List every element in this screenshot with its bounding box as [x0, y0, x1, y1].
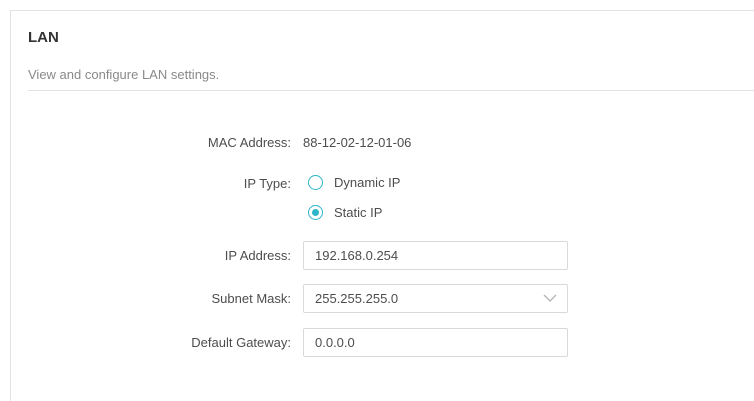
- lan-settings-panel: LAN View and configure LAN settings. MAC…: [10, 10, 754, 401]
- section-description: View and configure LAN settings.: [28, 67, 220, 82]
- subnet-mask-select[interactable]: 255.255.255.0: [303, 284, 568, 313]
- default-gateway-label: Default Gateway:: [191, 335, 291, 350]
- subnet-mask-value: 255.255.255.0: [315, 291, 399, 306]
- ip-address-input[interactable]: 192.168.0.254: [303, 241, 568, 270]
- radio-static-ip[interactable]: Static IP: [308, 205, 382, 220]
- chevron-down-icon[interactable]: [543, 293, 557, 303]
- radio-button-static[interactable]: [308, 205, 323, 220]
- subnet-mask-label: Subnet Mask:: [211, 291, 292, 306]
- radio-dynamic-ip[interactable]: Dynamic IP: [308, 175, 400, 190]
- ip-address-label: IP Address:: [224, 248, 291, 263]
- section-divider: [28, 90, 754, 91]
- radio-button-dynamic[interactable]: [308, 175, 323, 190]
- section-title: LAN: [28, 29, 59, 46]
- ip-type-label: IP Type:: [243, 176, 291, 191]
- ip-address-value: 192.168.0.254: [315, 248, 399, 263]
- mac-address-label: MAC Address:: [207, 135, 291, 150]
- radio-label-static: Static IP: [334, 205, 383, 220]
- mac-address-value: 88-12-02-12-01-06: [303, 135, 412, 150]
- default-gateway-value: 0.0.0.0: [315, 335, 355, 350]
- default-gateway-input[interactable]: 0.0.0.0: [303, 328, 568, 357]
- radio-label-dynamic: Dynamic IP: [334, 175, 401, 190]
